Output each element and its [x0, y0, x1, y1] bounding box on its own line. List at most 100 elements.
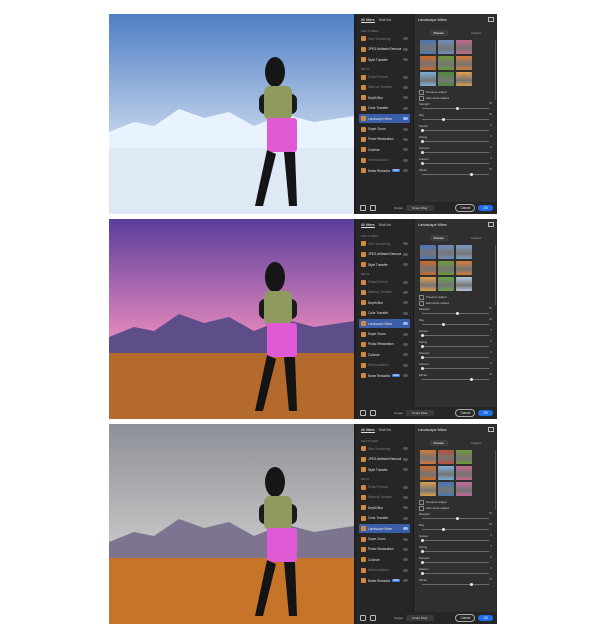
filter-item[interactable]: Photo Restoration	[359, 340, 410, 349]
preset-thumbnail[interactable]	[456, 450, 472, 464]
tab-all-filters[interactable]: All filters	[361, 18, 375, 23]
preset-thumbnail[interactable]	[438, 466, 454, 480]
filter-toggle[interactable]	[403, 263, 408, 267]
preset-thumbnail[interactable]	[456, 466, 472, 480]
preset-thumbnail[interactable]	[456, 40, 472, 54]
preset-thumbnail[interactable]	[420, 56, 436, 70]
slider-knob[interactable]	[442, 117, 445, 121]
slider-track[interactable]	[422, 152, 489, 153]
filter-item[interactable]: Photo Restoration	[359, 135, 410, 144]
slider-track[interactable]	[422, 163, 489, 164]
cancel-button[interactable]: Cancel	[455, 614, 476, 622]
preset-thumbnail[interactable]	[456, 245, 472, 259]
filter-toggle[interactable]	[403, 169, 408, 173]
slider-track[interactable]	[422, 379, 489, 380]
filter-toggle[interactable]	[403, 506, 408, 510]
filter-toggle[interactable]	[403, 363, 408, 367]
layers-icon[interactable]	[360, 410, 366, 416]
filter-item[interactable]: Smart Portrait	[359, 483, 410, 492]
filter-toggle[interactable]	[403, 537, 408, 541]
filter-toggle[interactable]	[403, 579, 408, 583]
slider-knob[interactable]	[421, 139, 424, 143]
filter-item[interactable]: Color Transfer	[359, 309, 410, 318]
slider-knob[interactable]	[470, 377, 473, 381]
tab-wait-list[interactable]: Wait list	[379, 428, 391, 432]
slider-knob[interactable]	[421, 560, 424, 564]
filter-toggle[interactable]	[403, 37, 408, 41]
tab-all-filters[interactable]: All filters	[361, 223, 375, 228]
filter-toggle[interactable]	[403, 374, 408, 378]
tab-all-filters[interactable]: All filters	[361, 428, 375, 433]
filter-item[interactable]: Depth Blur	[359, 298, 410, 307]
layers-icon[interactable]	[360, 205, 366, 211]
ok-button[interactable]: OK	[478, 205, 493, 211]
slider-track[interactable]	[422, 357, 489, 358]
filter-item[interactable]: Colorize	[359, 145, 410, 154]
preset-thumbnail[interactable]	[420, 482, 436, 496]
slider-knob[interactable]	[421, 150, 424, 154]
slider-spring[interactable]: Spring 0	[419, 545, 492, 554]
slider-knob[interactable]	[442, 527, 445, 531]
filter-toggle[interactable]	[403, 137, 408, 141]
preset-thumbnail[interactable]	[456, 72, 472, 86]
tab-wait-list[interactable]: Wait list	[379, 18, 391, 22]
slider-sunset[interactable]: Sunset 0	[419, 534, 492, 543]
cancel-button[interactable]: Cancel	[455, 204, 476, 212]
filter-item[interactable]: Makeup Transfer	[359, 493, 410, 502]
filter-item[interactable]: Smart Portrait	[359, 278, 410, 287]
filter-item[interactable]: Harmonization	[359, 566, 410, 575]
filter-toggle[interactable]	[403, 117, 408, 121]
filter-toggle[interactable]	[403, 353, 408, 357]
filter-toggle[interactable]	[403, 75, 408, 79]
slider-summer[interactable]: Summer 0	[419, 556, 492, 565]
filter-toggle[interactable]	[403, 85, 408, 89]
slider-day[interactable]: Day 30	[419, 523, 492, 532]
layers-icon[interactable]	[360, 615, 366, 621]
filter-item[interactable]: Landscape Mixer	[359, 319, 410, 329]
filter-toggle[interactable]	[403, 106, 408, 110]
tab-custom[interactable]: Custom	[471, 31, 481, 35]
filter-toggle[interactable]	[403, 342, 408, 346]
filter-toggle[interactable]	[403, 558, 408, 562]
settings-scrollbar[interactable]	[494, 245, 496, 305]
filter-item[interactable]: Makeup Transfer	[359, 83, 410, 92]
filter-item[interactable]: Style Transfer	[359, 260, 410, 269]
slider-sunset[interactable]: Sunset 0	[419, 329, 492, 338]
tab-wait-list[interactable]: Wait list	[379, 223, 391, 227]
tab-custom[interactable]: Custom	[471, 236, 481, 240]
cancel-button[interactable]: Cancel	[455, 409, 476, 417]
output-select[interactable]: Smart Filter	[406, 410, 434, 416]
slider-track[interactable]	[422, 573, 489, 574]
slider-track[interactable]	[422, 346, 489, 347]
harmonize-subject-checkbox[interactable]: Harmonize subject	[419, 505, 492, 511]
filter-item[interactable]: Super Zoom	[359, 330, 410, 339]
photo-canvas[interactable]	[109, 219, 354, 419]
slider-knob[interactable]	[421, 549, 424, 553]
filter-item[interactable]: Photo Restoration	[359, 545, 410, 554]
slider-track[interactable]	[422, 368, 489, 369]
slider-track[interactable]	[422, 174, 489, 175]
filter-toggle[interactable]	[403, 280, 408, 284]
slider-knob[interactable]	[421, 333, 424, 337]
filter-item[interactable]: Smart Portrait	[359, 73, 410, 82]
filter-toggle[interactable]	[403, 516, 408, 520]
filter-item[interactable]: Colorize	[359, 350, 410, 359]
slider-knob[interactable]	[470, 582, 473, 586]
slider-sunset[interactable]: Sunset 0	[419, 124, 492, 133]
slider-track[interactable]	[422, 119, 489, 120]
filter-item[interactable]: Super Zoom	[359, 535, 410, 544]
filter-item[interactable]: Style Transfer	[359, 465, 410, 474]
slider-track[interactable]	[422, 529, 489, 530]
slider-track[interactable]	[422, 540, 489, 541]
filter-toggle[interactable]	[403, 301, 408, 305]
filter-item[interactable]: Super Zoom	[359, 125, 410, 134]
filter-toggle[interactable]	[403, 447, 408, 451]
filter-item[interactable]: Skin Smoothing	[359, 34, 410, 43]
filter-item[interactable]: Colorize	[359, 555, 410, 564]
slider-knob[interactable]	[470, 172, 473, 176]
filter-toggle[interactable]	[403, 47, 408, 51]
tab-custom[interactable]: Custom	[471, 441, 481, 445]
slider-knob[interactable]	[456, 516, 459, 520]
slider-knob[interactable]	[442, 322, 445, 326]
tab-presets[interactable]: Presets	[429, 29, 448, 36]
